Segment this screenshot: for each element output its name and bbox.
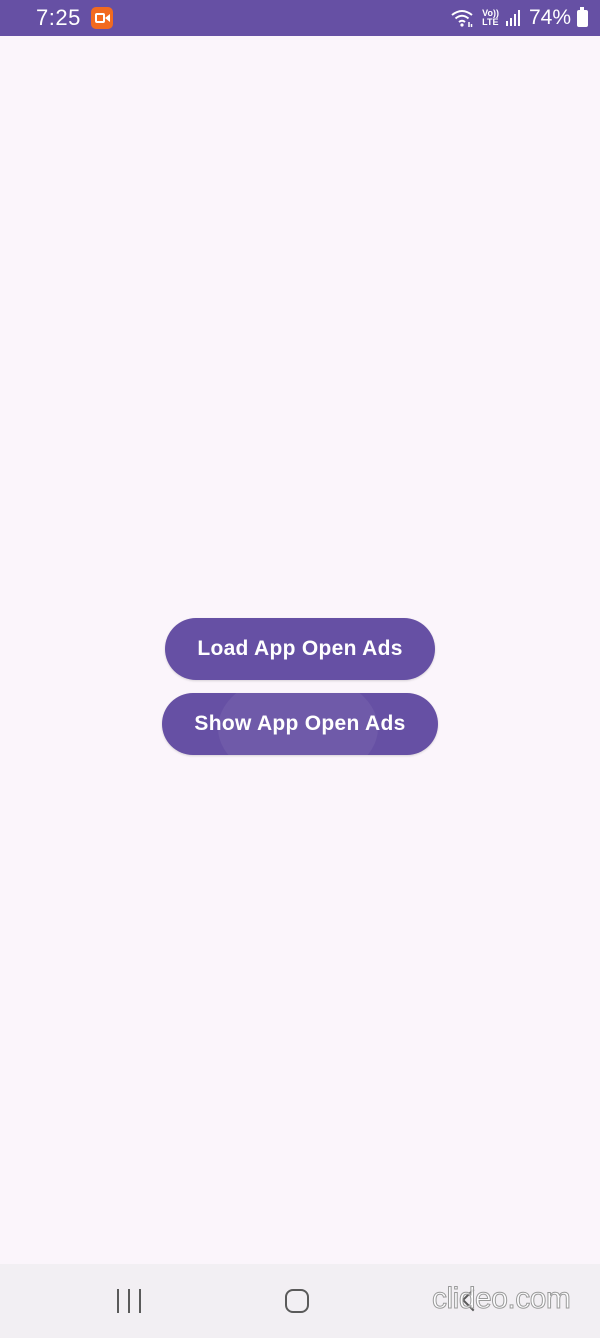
status-icons: Vo)) LTE 74% <box>450 6 588 30</box>
load-app-open-ads-button[interactable]: Load App Open Ads <box>165 618 435 680</box>
volte-bottom-label: LTE <box>482 17 499 27</box>
watermark: clideo.com <box>431 1282 571 1316</box>
status-bar: 7:25 Vo)) LTE 74% <box>0 0 600 36</box>
wifi-icon <box>451 10 473 27</box>
status-time: 7:25 <box>36 5 81 30</box>
battery-percent: 74% <box>528 6 571 29</box>
load-button-label: Load App Open Ads <box>197 637 403 660</box>
navigation-bar: clideo.com <box>0 1264 600 1338</box>
signal-icon <box>505 10 520 26</box>
battery-charging-icon <box>577 6 588 27</box>
main-content: Load App Open Ads Show App Open Ads <box>0 36 600 1264</box>
show-app-open-ads-button[interactable]: Show App Open Ads <box>162 693 438 755</box>
screen-recorder-icon <box>90 7 113 29</box>
volte-indicator: Vo)) LTE <box>482 9 499 27</box>
recent-apps-icon[interactable] <box>117 1289 141 1313</box>
show-button-label: Show App Open Ads <box>194 712 406 735</box>
home-icon[interactable] <box>285 1289 309 1313</box>
